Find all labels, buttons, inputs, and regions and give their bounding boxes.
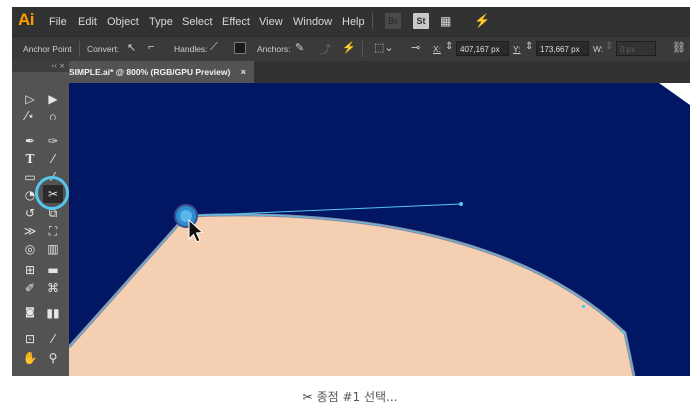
symbol-sprayer-tool-icon[interactable]: ◙ xyxy=(20,304,40,322)
illustrator-window: Ai File Edit Object Type Select Effect V… xyxy=(12,7,690,376)
w-label: W: xyxy=(593,44,604,54)
cut-path-icon[interactable]: ⚡ xyxy=(342,41,356,54)
canvas-artwork[interactable] xyxy=(69,83,690,376)
eyedropper-tool-icon[interactable]: ✐ xyxy=(20,279,40,297)
menu-file[interactable]: File xyxy=(49,16,67,28)
workspace-switcher-icon[interactable]: ▦ ⌄ xyxy=(440,13,462,44)
close-tab-icon[interactable]: × xyxy=(241,61,246,83)
artboard-canvas[interactable] xyxy=(69,83,690,376)
direction-handle-point xyxy=(459,202,463,206)
menu-window[interactable]: Window xyxy=(293,16,332,28)
menu-select[interactable]: Select xyxy=(182,16,213,28)
gpu-performance-icon[interactable]: ⚡ xyxy=(474,13,492,29)
gradient-tool-icon[interactable]: ▬ xyxy=(43,261,63,279)
lasso-tool-icon[interactable]: ဂ xyxy=(43,107,63,125)
scissors-icon: ✂ xyxy=(302,390,313,404)
menu-type[interactable]: Type xyxy=(149,16,173,28)
menu-bar: Ai File Edit Object Type Select Effect V… xyxy=(12,7,690,44)
magic-wand-tool-icon[interactable]: ⁄⋆ xyxy=(20,107,40,125)
menu-effect[interactable]: Effect xyxy=(222,16,250,28)
selection-tool-icon[interactable]: ▶ xyxy=(43,90,63,108)
menu-object[interactable]: Object xyxy=(107,16,139,28)
hide-handles-icon[interactable] xyxy=(234,42,246,54)
current-tool-name: Anchor Point xyxy=(23,44,72,54)
selected-endpoint xyxy=(180,210,192,222)
hand-tool-icon[interactable]: ✋ xyxy=(20,349,40,367)
w-stepper-icon[interactable]: ⇕ xyxy=(605,41,613,52)
convert-label: Convert: xyxy=(87,44,120,54)
y-label: Y: xyxy=(513,44,521,54)
handles-label: Handles: xyxy=(174,44,208,54)
anchor-point xyxy=(622,331,625,334)
bridge-icon[interactable]: Br xyxy=(385,13,401,29)
document-tab[interactable]: SIMPLE.ai* @ 800% (RGB/GPU Preview) × xyxy=(69,61,254,83)
select-similar-icon[interactable]: ⬚⌄ xyxy=(374,41,394,54)
reference-point-icon[interactable]: ⊸ xyxy=(411,41,420,54)
column-graph-tool-icon[interactable]: ▮▮ xyxy=(43,304,63,322)
menu-edit[interactable]: Edit xyxy=(78,16,97,28)
document-tab-title: SIMPLE.ai* @ 800% (RGB/GPU Preview) xyxy=(69,67,231,77)
direct-selection-tool-icon[interactable]: ▷ xyxy=(20,90,40,108)
menu-separator xyxy=(372,13,373,29)
type-tool-icon[interactable]: T xyxy=(20,150,40,168)
curvature-tool-icon[interactable]: ✑ xyxy=(43,132,63,150)
y-input[interactable]: 173,667 px xyxy=(536,41,589,56)
scissors-tool-highlight xyxy=(35,176,69,210)
app-logo: Ai xyxy=(18,10,35,29)
menu-view[interactable]: View xyxy=(259,16,283,28)
control-bar: Anchor Point Convert: ↖ ⌐ Handles: ⟋ Anc… xyxy=(12,36,690,62)
anchor-point xyxy=(582,305,585,308)
menu-help[interactable]: Help xyxy=(342,16,365,28)
convert-to-corner-icon[interactable]: ↖ xyxy=(127,41,136,54)
zoom-tool-icon[interactable]: ⚲ xyxy=(43,349,63,367)
remove-anchor-icon[interactable]: ✎ xyxy=(295,41,304,54)
mesh-tool-icon[interactable]: ⊞ xyxy=(20,261,40,279)
connect-endpoints-icon[interactable]: ⤴ xyxy=(320,41,331,57)
artboard-tool-icon[interactable]: ⊡ xyxy=(20,330,40,348)
tab-strip xyxy=(254,61,690,83)
anchors-label: Anchors: xyxy=(257,44,291,54)
w-input[interactable]: 0 px xyxy=(616,41,656,56)
step-caption: ✂ 종점 #1 선택... xyxy=(0,388,700,405)
rotate-tool-icon[interactable]: ↺ xyxy=(20,204,40,222)
pen-tool-icon[interactable]: ✒ xyxy=(20,132,40,150)
tools-panel-header[interactable]: ‹‹ × xyxy=(12,61,69,72)
y-stepper-icon[interactable]: ⇕ xyxy=(525,41,533,52)
control-separator xyxy=(79,41,80,57)
x-stepper-icon[interactable]: ⇕ xyxy=(445,41,453,52)
convert-to-smooth-icon[interactable]: ⌐ xyxy=(148,41,154,53)
free-transform-tool-icon[interactable]: ⛶ xyxy=(43,222,63,240)
stock-icon[interactable]: St xyxy=(413,13,429,29)
caption-text: 종점 #1 선택... xyxy=(316,390,398,404)
line-segment-tool-icon[interactable]: ⁄ xyxy=(43,150,63,168)
blend-tool-icon[interactable]: ⌘ xyxy=(43,279,63,297)
tools-panel: ‹‹ × ▷ ▶ ⁄⋆ ဂ ✒ ✑ T ⁄ ▭ ⁄ ◔ ✂ ↺ ⧉ ≫ ⛶ ◎ … xyxy=(12,61,70,376)
perspective-grid-tool-icon[interactable]: ▥ xyxy=(43,240,63,258)
show-handles-icon[interactable]: ⟋ xyxy=(210,41,218,54)
slice-tool-icon[interactable]: ⁄ xyxy=(43,330,63,348)
x-label: X: xyxy=(433,44,442,54)
control-separator xyxy=(362,41,363,57)
shape-builder-tool-icon[interactable]: ◎ xyxy=(20,240,40,258)
width-tool-icon[interactable]: ≫ xyxy=(20,222,40,240)
x-input[interactable]: 407,167 px xyxy=(456,41,509,56)
constrain-link-icon[interactable]: ⛓ xyxy=(672,41,686,54)
